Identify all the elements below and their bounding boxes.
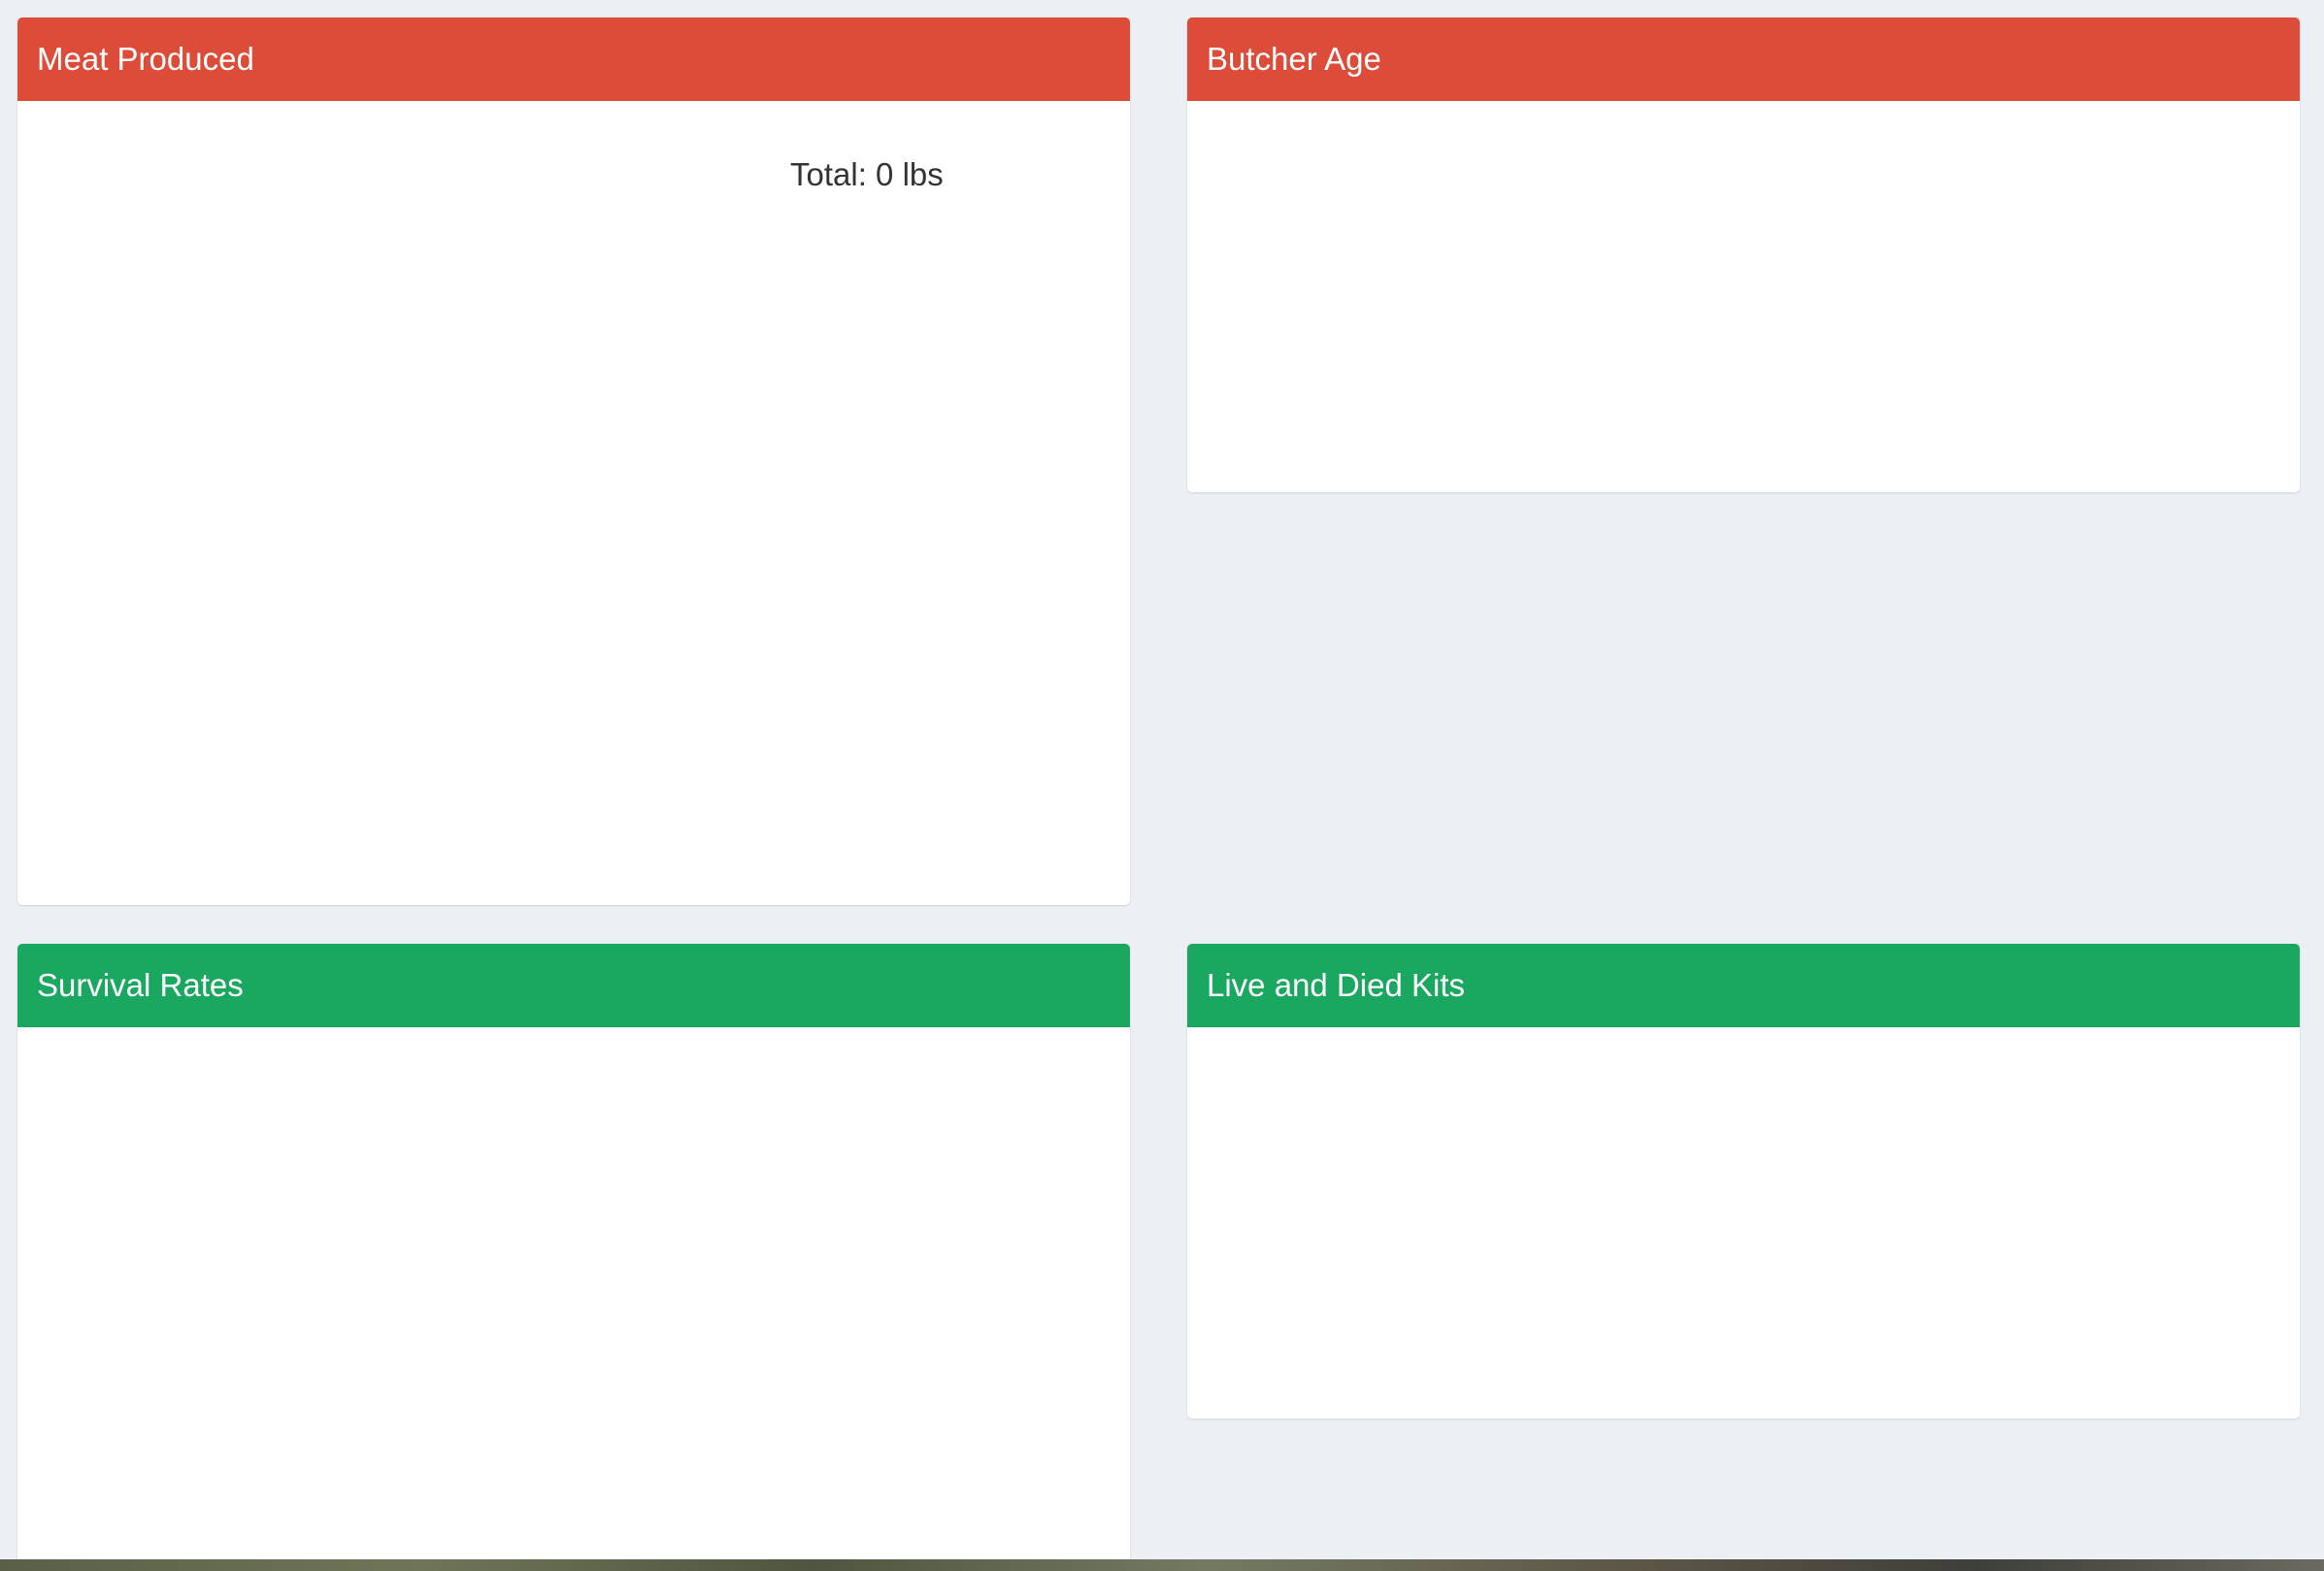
live-and-died-kits-header: Live and Died Kits [1187, 944, 2300, 1027]
live-and-died-kits-panel: Live and Died Kits [1187, 944, 2300, 1419]
meat-produced-title: Meat Produced [37, 41, 254, 77]
survival-rates-header: Survival Rates [17, 944, 1130, 1027]
survival-rates-panel: Survival Rates [17, 944, 1130, 1565]
butcher-age-panel: Butcher Age [1187, 17, 2300, 492]
butcher-age-title: Butcher Age [1207, 41, 1381, 77]
live-and-died-kits-title: Live and Died Kits [1207, 967, 1465, 1003]
footer-image-strip [0, 1559, 2324, 1571]
meat-produced-panel: Meat Produced Total: 0 lbs [17, 17, 1130, 905]
meat-produced-header: Meat Produced [17, 17, 1130, 101]
butcher-age-header: Butcher Age [1187, 17, 2300, 101]
survival-rates-title: Survival Rates [37, 967, 244, 1003]
meat-total-label: Total: 0 lbs [790, 156, 944, 192]
